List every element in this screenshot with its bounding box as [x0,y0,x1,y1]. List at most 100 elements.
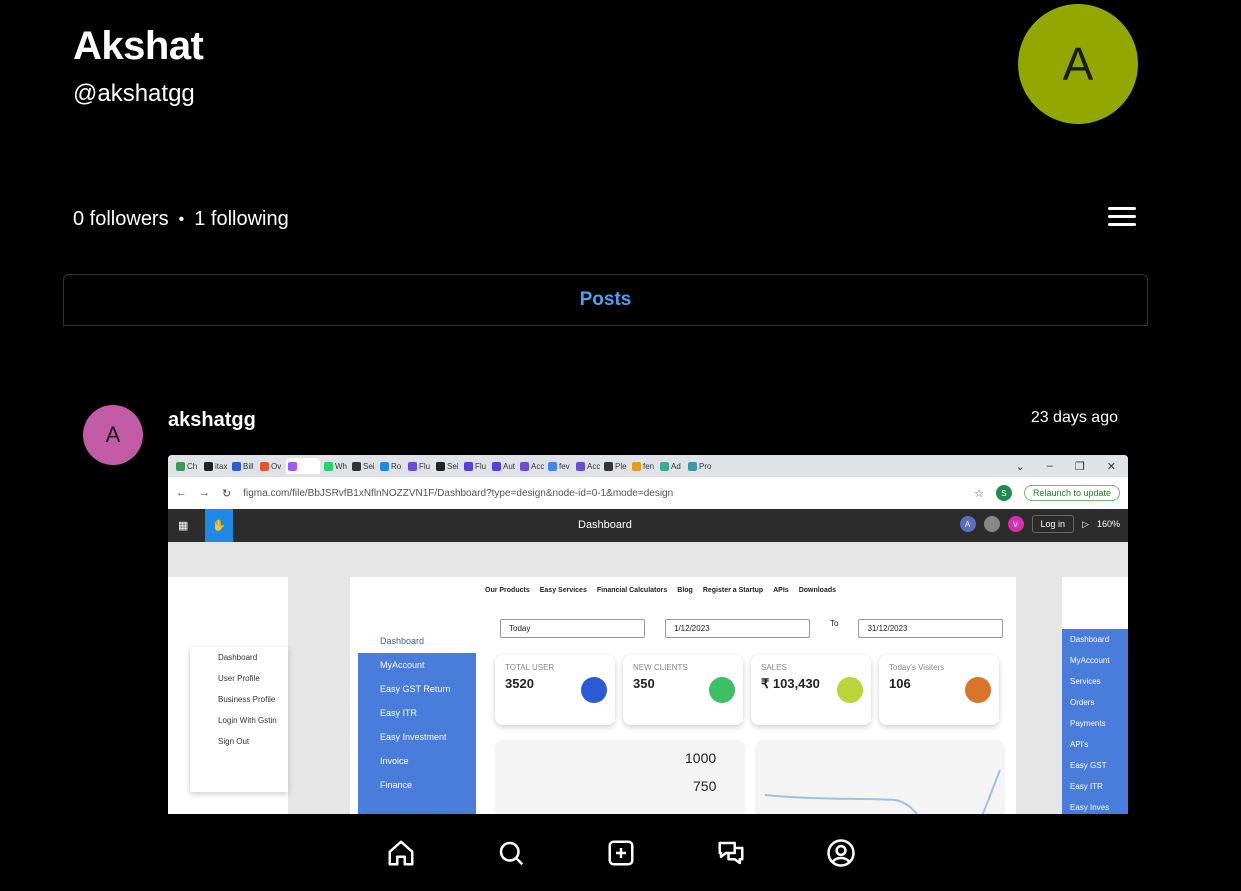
tab-favicon-icon [520,461,529,471]
browser-tab: Sei [434,458,460,474]
browser-tab: Aut [490,458,516,474]
tab-favicon-icon [288,461,297,471]
collaborator-avatar: A [959,516,976,532]
right-sidebar-item: Orders [1070,698,1095,707]
browser-tab: Ad [658,458,684,474]
browser-tabbar: Ch itax Bill Ov Wh Sei Ro Flu Sei Flu Aut Acc fev Acc… [168,455,1128,477]
tab-favicon-icon [660,461,669,471]
zoom-level: 160% [1096,519,1120,529]
minimize-icon: – [1046,459,1053,472]
stat-card: SALES ₹ 103,430 [751,655,871,725]
browser-tab [286,458,320,474]
sidebar-item: Invoice [380,756,409,766]
tab-title: Ad [671,461,681,471]
browser-address-bar: ← → ↻ figma.com/file/BbJSRvfB1xNflnNOZZV… [168,477,1128,509]
site-nav: Our Products Easy Services Financial Calcu… [350,577,1016,603]
browser-tab: Acc [574,458,600,474]
profile-avatar[interactable]: A [1018,4,1138,124]
tab-title: Flu [475,461,487,471]
site-nav-link: APIs [773,586,789,594]
follow-stats: 0 followers • 1 following [73,208,289,231]
from-date: 1/12/2023 [665,619,810,638]
reload-icon: ↻ [222,487,232,500]
chart-tick: 750 [693,778,717,794]
right-sidebar-item: MyAccount [1070,656,1110,665]
separator-dot: • [178,210,185,228]
to-label: To [830,619,839,628]
tab-title: Wh [335,461,347,471]
play-icon: ▷ [1082,518,1089,529]
stat-label: TOTAL USER [505,663,555,672]
stat-icon [581,677,607,703]
tab-favicon-icon [436,461,445,471]
dropdown-item: User Profile [218,674,260,683]
add-post-icon[interactable] [606,838,636,868]
sidebar-item: Finance [380,780,413,790]
stat-label: SALES [761,663,787,672]
post-timestamp: 23 days ago [1030,409,1118,426]
tab-title: Ov [271,461,282,471]
chart-tick: 1000 [685,750,717,766]
figma-canvas: Dashboard User Profile Business Profile … [168,542,1128,814]
chevron-down-icon: ⌄ [1015,460,1025,473]
browser-tab: Sei [350,458,376,474]
browser-tab: Ch [174,458,200,474]
sidebar-item: Easy GST Return [380,684,451,694]
tab-favicon-icon [324,461,333,471]
dropdown-item: Login With Gstin [218,716,277,725]
stat-cards: TOTAL USER 3520 NEW CLIENTS 350 SALES ₹ 103,4… [495,655,999,725]
right-sidebar-item: Payments [1070,719,1106,728]
right-sidebar-item: Easy Inves [1070,803,1110,812]
site-nav-link: Blog [677,586,693,594]
following-count[interactable]: 1 following [194,208,289,231]
site-nav-link: Register a Startup [702,586,764,594]
hamburger-menu-icon[interactable] [1108,207,1136,231]
post-author-avatar[interactable]: A [83,405,143,465]
tab-favicon-icon [352,461,361,471]
tab-favicon-icon [576,461,585,471]
figma-login-button: Log in [1031,515,1075,533]
stat-label: Today's Visiters [889,663,945,672]
stat-label: NEW CLIENTS [633,663,688,672]
dashboard-sidebar: Dashboard MyAccount Easy GST Return Easy IT… [358,629,476,814]
tab-title: Ro [391,461,402,471]
right-sidebar-item: API's [1070,740,1089,749]
tab-favicon-icon [548,461,557,471]
tab-favicon-icon [604,461,613,471]
account-dropdown: Dashboard User Profile Business Profile … [190,647,288,792]
tab-favicon-icon [260,461,269,471]
site-nav-link: Easy Services [539,586,587,594]
messages-icon[interactable] [716,838,746,868]
site-nav-link: Our Products [485,586,530,594]
stat-card: TOTAL USER 3520 [495,655,615,725]
profile-handle: @akshatgg [73,80,195,107]
search-icon[interactable] [496,838,526,868]
url-text: figma.com/file/BbJSRvfB1xNflnNOZZVN1F/Da… [243,487,674,499]
tab-title: Acc [587,461,600,471]
right-sidebar-item: Easy GST [1070,761,1107,770]
close-icon: ✕ [1106,460,1116,473]
browser-tab: Wh [322,458,348,474]
tab-title: fev [559,461,570,471]
back-icon: ← [176,487,187,499]
bar-chart-panel: 1000 750 [495,740,745,814]
home-icon[interactable] [386,838,416,868]
tab-title: Sei [363,461,375,471]
post-author-username[interactable]: akshatgg [168,409,256,432]
profile-icon[interactable] [826,838,856,868]
tab-favicon-icon [632,461,641,471]
browser-tab: Ro [378,458,404,474]
site-nav-link: Downloads [798,586,837,594]
dropdown-item: Business Profile [218,695,276,704]
window-controls: ⌄ – ❐ ✕ [1016,460,1128,473]
followers-count[interactable]: 0 followers [73,208,169,231]
right-sidebar-item: Dashboard [1070,635,1110,644]
browser-tab: Ov [258,458,284,474]
sidebar-item: Dashboard [358,629,476,653]
tab-favicon-icon [408,461,417,471]
tab-posts[interactable]: Posts [580,289,632,311]
right-sidebar: Dashboard MyAccount Services Orders Payments… [1062,629,1128,814]
stat-icon [837,677,863,703]
post-image[interactable]: Ch itax Bill Ov Wh Sei Ro Flu Sei Flu Aut Acc fev Acc… [168,455,1128,814]
collaborator-avatar: V [1007,516,1024,532]
